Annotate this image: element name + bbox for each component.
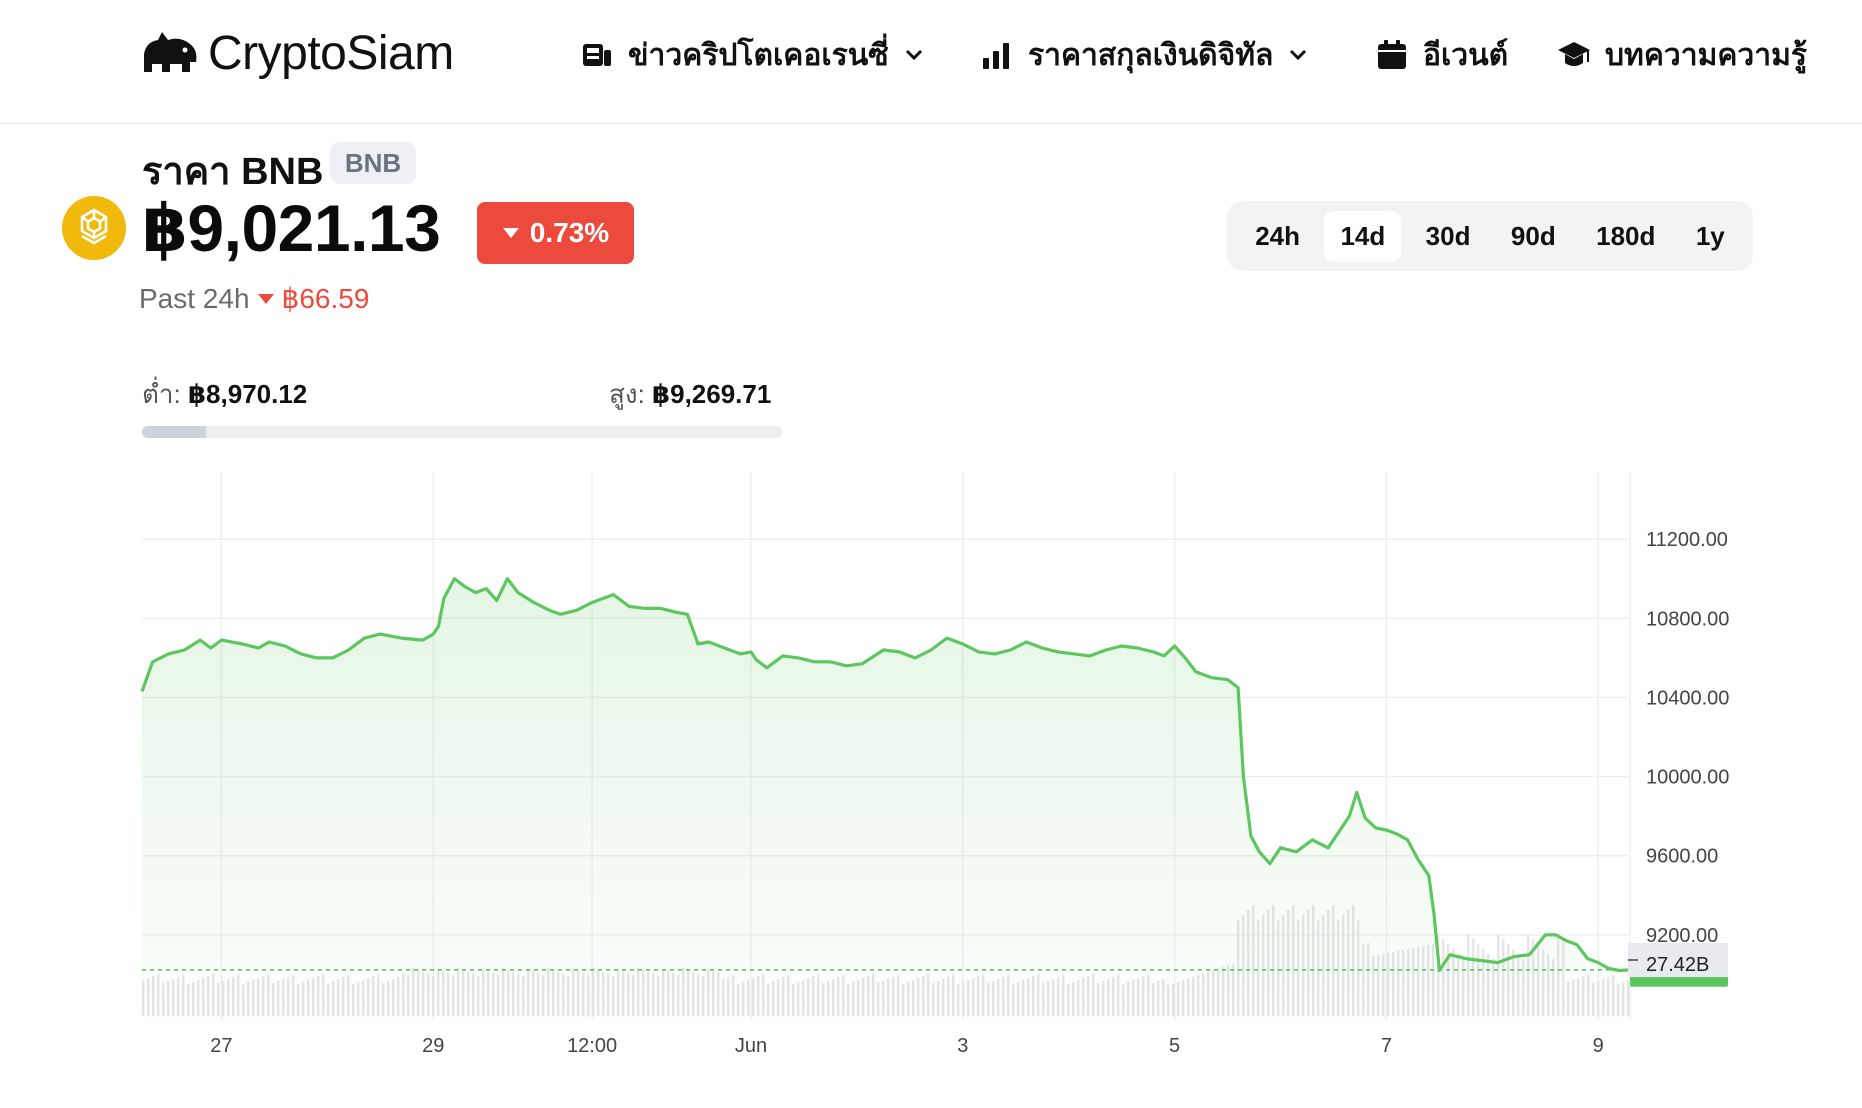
range-tab-90d[interactable]: 90d: [1495, 211, 1572, 262]
nav-label: บทความความรู้: [1605, 38, 1808, 72]
nav-crypto-news[interactable]: ข่าวคริปโตเคอเรนซี่: [580, 30, 925, 80]
past-24h-label: Past 24h: [139, 282, 250, 314]
range-tab-14d[interactable]: 14d: [1324, 210, 1402, 262]
y-tick-label: 11200.00: [1646, 529, 1728, 551]
low-price: ต่ำ: ฿8,970.12: [142, 374, 307, 415]
y-tick-label: 9600.00: [1646, 846, 1718, 868]
elephant-logo-icon: [144, 32, 197, 72]
range-tab-180d[interactable]: 180d: [1580, 211, 1671, 262]
high-value: ฿9,269.71: [652, 379, 772, 409]
brand-name: CryptoSiam: [208, 26, 454, 80]
high-price: สูง: ฿9,269.71: [609, 374, 771, 415]
brand-logo[interactable]: CryptoSiam: [140, 22, 454, 84]
chevron-down-icon: [905, 49, 922, 61]
chevron-down-icon: [1290, 49, 1307, 61]
x-tick-label: 7: [1381, 1035, 1392, 1057]
caret-down-icon: [502, 228, 519, 238]
range-bar-fill: [142, 426, 206, 438]
range-tab-1y[interactable]: 1y: [1680, 211, 1741, 262]
nav-label: ราคาสกุลเงินดิจิทัล: [1028, 38, 1274, 72]
low-high-range-bar: [142, 426, 782, 438]
coin-symbol-badge: BNB: [330, 142, 416, 184]
x-tick-label: 12:00: [567, 1035, 617, 1057]
nav-events[interactable]: อีเวนต์: [1375, 30, 1508, 80]
price-chart[interactable]: 11200.00 10800.00 10400.00 10000.00 9600.00 9…: [0, 460, 1862, 1080]
range-tab-30d[interactable]: 30d: [1410, 211, 1487, 262]
nav-label: อีเวนต์: [1423, 38, 1509, 72]
calendar-icon: [1378, 40, 1406, 69]
past-24h-change: Past 24h ฿66.59: [139, 282, 369, 315]
x-tick-label: 27: [210, 1035, 232, 1057]
nav-label: ข่าวคริปโตเคอเรนซี่: [628, 38, 889, 72]
nav-articles[interactable]: บทความความรู้: [1557, 30, 1807, 80]
bnb-coin-icon: [62, 196, 126, 260]
y-tick-label: 10000.00: [1646, 767, 1729, 789]
x-tick-label: 5: [1169, 1035, 1180, 1057]
x-tick-label: 3: [957, 1035, 968, 1057]
top-header: CryptoSiam ข่าวคริปโตเคอเรนซี่ ราคาสกุลเ…: [0, 0, 1862, 124]
y-tick-label: 10800.00: [1646, 608, 1729, 630]
caret-down-icon: [257, 293, 274, 304]
nav-crypto-prices[interactable]: ราคาสกุลเงินดิจิทัล: [980, 30, 1309, 80]
volume-label: 27.42B: [1646, 954, 1709, 976]
price-chart-svg: 11200.00 10800.00 10400.00 10000.00 9600.00 9…: [140, 472, 1729, 1057]
price-change-percent: 0.73%: [529, 217, 610, 248]
x-tick-label: 29: [422, 1035, 444, 1057]
news-icon: [583, 44, 611, 66]
volume-marker: 27.42B: [1628, 943, 1728, 977]
x-tick-label: Jun: [735, 1035, 767, 1057]
current-price: ฿9,021.13: [142, 191, 441, 265]
price-change-badge: 0.73%: [477, 202, 634, 264]
high-label: สูง:: [609, 379, 645, 409]
range-tab-24h[interactable]: 24h: [1239, 211, 1316, 262]
price-area: [142, 578, 1630, 1018]
bar-chart-icon: [983, 43, 1009, 69]
x-tick-label: 9: [1593, 1035, 1604, 1057]
past-24h-value: ฿66.59: [281, 283, 370, 314]
graduation-cap-icon: [1558, 42, 1590, 66]
time-range-tabs: 24h 14d 30d 90d 180d 1y: [1227, 201, 1753, 271]
low-value: ฿8,970.12: [187, 379, 308, 409]
y-tick-label: 10400.00: [1646, 687, 1729, 709]
low-label: ต่ำ:: [142, 379, 181, 409]
